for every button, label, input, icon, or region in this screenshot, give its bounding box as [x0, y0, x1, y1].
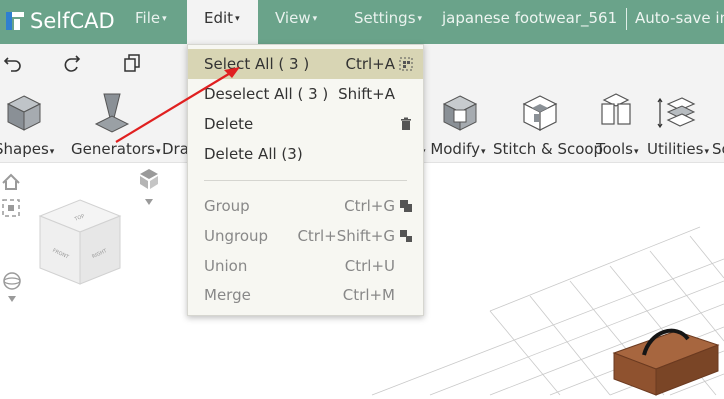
menu-item-delete-all[interactable]: Delete All (3)	[188, 139, 423, 169]
menu-item-label: Merge	[204, 286, 251, 304]
tool-utilities[interactable]: Utilities▾	[647, 140, 709, 158]
menu-item-shortcut: Ctrl+M	[342, 286, 395, 304]
divider	[626, 8, 627, 30]
copy-icon[interactable]	[121, 52, 143, 74]
chevron-down-icon: ▾	[704, 147, 709, 157]
ungroup-icon	[400, 230, 412, 242]
tool-sculpt-label: Sc	[712, 140, 724, 158]
view-mode-icon[interactable]	[140, 169, 158, 205]
orbit-icon[interactable]	[3, 272, 21, 302]
menu-item-shortcut: Shift+A	[338, 85, 395, 103]
menu-item-label: Delete All (3)	[204, 145, 303, 163]
menu-item-label: Deselect All ( 3 )	[204, 85, 329, 103]
tool-utilities-label: Utilities	[647, 140, 704, 158]
menu-item-shortcut: Ctrl+A	[345, 55, 395, 73]
menu-item-shortcut: Ctrl+U	[344, 257, 395, 275]
menu-item-label: Group	[204, 197, 250, 215]
tool-shapes[interactable]: Shapes▾	[0, 140, 54, 158]
selfcad-logo-icon	[6, 12, 24, 30]
chevron-down-icon: ▾	[417, 13, 423, 24]
menu-item-ungroup[interactable]: Ungroup Ctrl+Shift+G	[188, 221, 423, 251]
tool-generators[interactable]: Generators▾	[71, 140, 161, 158]
autosave-status: Auto-save in	[635, 9, 724, 27]
chevron-down-icon: ▾	[162, 13, 167, 24]
chevron-down-icon: ▾	[156, 147, 161, 157]
fit-view-icon[interactable]	[2, 199, 20, 217]
menu-item-deselect-all[interactable]: Deselect All ( 3 ) Shift+A	[188, 79, 423, 109]
tool-modify[interactable]: ▾ Modify▾	[420, 140, 486, 158]
cube-icon[interactable]	[4, 90, 44, 134]
menu-item-label: Ungroup	[204, 227, 269, 245]
edit-menu-dropdown: Select All ( 3 ) Ctrl+A Deselect All ( 3…	[187, 44, 424, 316]
home-icon[interactable]	[2, 173, 20, 190]
project-name[interactable]: japanese footwear_561	[442, 0, 617, 36]
tool-modify-label: Modify	[430, 140, 481, 158]
group-icon	[400, 200, 412, 212]
top-bar: SelfCAD File ▾ Edit ▾ View ▾ Settings ▾ japa…	[0, 0, 724, 44]
chevron-down-icon: ▾	[312, 13, 318, 24]
menu-item-merge[interactable]: Merge Ctrl+M	[188, 280, 423, 310]
logo-text: SelfCAD	[30, 9, 115, 33]
menu-divider	[204, 180, 407, 181]
menu-file-label: File	[135, 9, 161, 27]
tool-draw-label: Dra	[162, 140, 189, 158]
menu-edit-label: Edit	[204, 9, 234, 27]
menu-item-label: Union	[204, 257, 248, 275]
tool-tools-label: Tools	[596, 140, 633, 158]
chevron-down-icon: ▾	[633, 147, 639, 157]
redo-icon[interactable]	[61, 52, 83, 74]
menu-item-select-all[interactable]: Select All ( 3 ) Ctrl+A	[188, 49, 423, 79]
stitch-scoop-icon[interactable]	[520, 90, 560, 134]
chevron-down-icon: ▾	[481, 147, 486, 157]
trash-icon	[401, 117, 411, 130]
menu-settings[interactable]: Settings ▾	[354, 0, 422, 44]
menu-item-label: Select All ( 3 )	[204, 55, 310, 73]
menu-item-group[interactable]: Group Ctrl+G	[188, 191, 423, 221]
menu-view-label: View	[275, 9, 311, 27]
utilities-icon[interactable]	[656, 90, 696, 134]
tool-draw[interactable]: Dra	[162, 140, 189, 158]
undo-icon[interactable]	[2, 52, 24, 74]
tool-generators-label: Generators	[71, 140, 155, 158]
menu-item-shortcut: Ctrl+G	[344, 197, 395, 215]
menu-item-shortcut: Ctrl+Shift+G	[297, 227, 395, 245]
menu-edit[interactable]: Edit ▾	[187, 0, 258, 44]
chevron-down-icon: ▾	[49, 147, 55, 157]
chevron-down-icon: ▾	[235, 13, 240, 24]
tool-stitch-scoop[interactable]: Stitch & Scoop	[493, 140, 603, 158]
modify-icon[interactable]	[440, 90, 480, 134]
tool-stitch-scoop-label: Stitch & Scoop	[493, 140, 604, 158]
select-all-icon	[399, 57, 413, 71]
tools-icon[interactable]	[596, 90, 636, 134]
menu-item-delete[interactable]: Delete	[188, 109, 423, 139]
generator-icon[interactable]	[92, 90, 132, 134]
tool-tools[interactable]: Tools▾	[596, 140, 638, 158]
menu-file[interactable]: File ▾	[135, 0, 167, 44]
menu-item-label: Delete	[204, 115, 254, 133]
menu-view[interactable]: View ▾	[275, 0, 317, 44]
tool-sculpt[interactable]: Sc	[712, 140, 724, 158]
view-cube[interactable]: TOP FRONT RIGHT	[38, 199, 122, 285]
menu-settings-label: Settings	[354, 9, 416, 27]
tool-shapes-label: Shapes	[0, 140, 49, 158]
logo[interactable]: SelfCAD	[4, 6, 115, 36]
menu-item-union[interactable]: Union Ctrl+U	[188, 251, 423, 281]
